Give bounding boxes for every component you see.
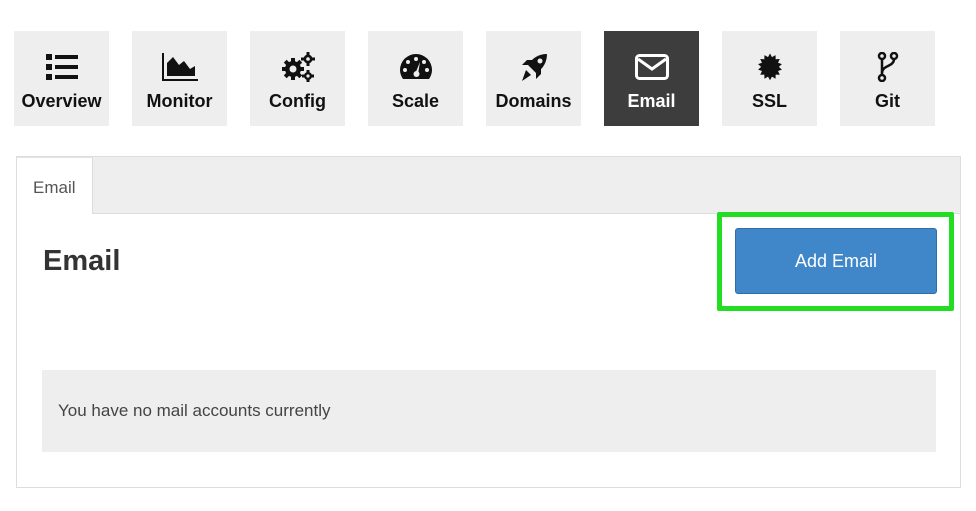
nav-overview-label: Overview: [21, 91, 102, 111]
tab-strip: [17, 157, 960, 214]
nav-ssl-label: SSL: [751, 91, 787, 111]
dashboard-icon: [399, 50, 433, 84]
envelope-icon: [634, 50, 669, 84]
nav-git[interactable]: Git: [840, 31, 935, 126]
empty-state-message: You have no mail accounts currently: [58, 401, 331, 420]
nav-git-label: Git: [875, 91, 900, 111]
list-icon: [45, 50, 78, 84]
nav-overview[interactable]: Overview: [14, 31, 109, 126]
page-title: Email: [43, 245, 121, 277]
email-panel: Email Email Add Email You have no mail a…: [16, 156, 961, 488]
certificate-icon: [756, 50, 784, 84]
nav-monitor[interactable]: Monitor: [132, 31, 227, 126]
gears-icon: [281, 50, 315, 84]
add-email-button[interactable]: Add Email: [735, 228, 937, 294]
nav-scale-label: Scale: [391, 91, 440, 111]
nav-ssl[interactable]: SSL: [722, 31, 817, 126]
nav-config[interactable]: Config: [250, 31, 345, 126]
tab-email[interactable]: Email: [17, 157, 93, 214]
git-branch-icon: [877, 50, 899, 84]
nav-domains[interactable]: Domains: [486, 31, 581, 126]
nav-domains-label: Domains: [495, 91, 572, 111]
rocket-icon: [519, 50, 549, 84]
nav-email-label: Email: [627, 91, 676, 111]
empty-state: You have no mail accounts currently: [42, 370, 936, 452]
nav-config-label: Config: [269, 91, 326, 111]
area-chart-icon: [161, 50, 198, 84]
nav-monitor-label: Monitor: [146, 91, 213, 111]
nav-email[interactable]: Email: [604, 31, 699, 126]
nav-scale[interactable]: Scale: [368, 31, 463, 126]
